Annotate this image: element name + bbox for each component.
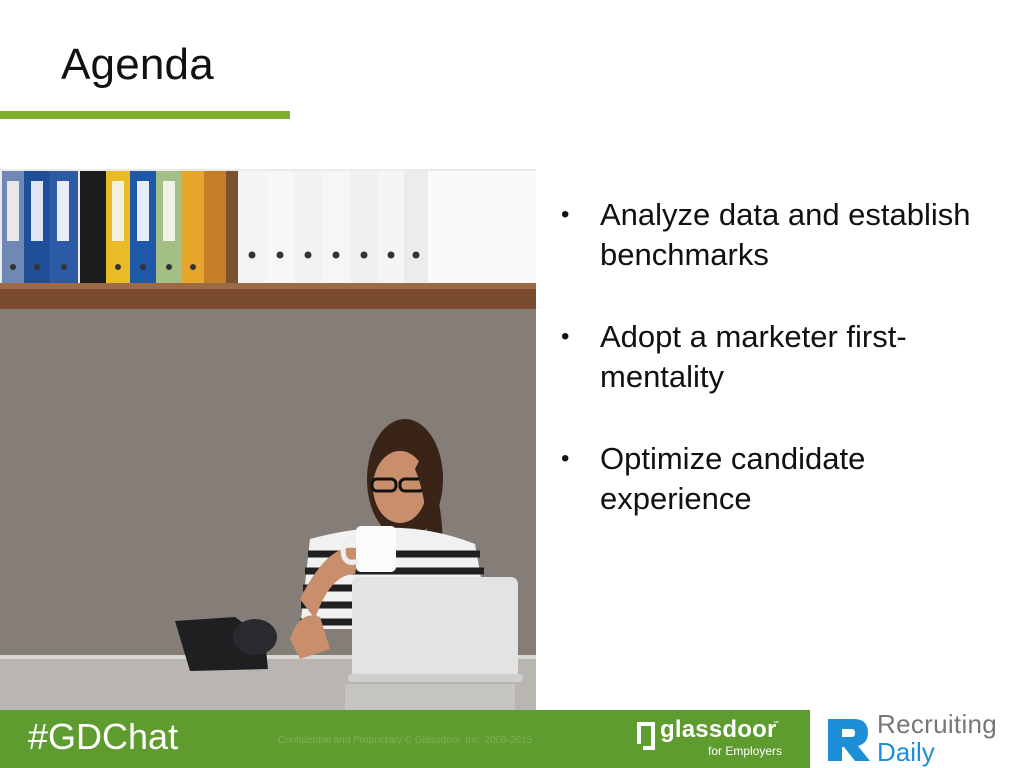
slide-title: Agenda: [61, 40, 214, 89]
glassdoor-logo: glassdoor ℠ for Employers: [636, 716, 788, 762]
title-underline: [0, 111, 290, 119]
glassdoor-door-icon: [636, 722, 655, 752]
recruiting-daily-line1: Recruiting: [877, 709, 998, 739]
agenda-item-text: Adopt a marketer first-mentality: [600, 319, 907, 394]
footer-hashtag: #GDChat: [28, 716, 179, 757]
bullet-icon: •: [561, 445, 570, 472]
bullet-icon: •: [561, 323, 570, 350]
agenda-bullet-list: • Analyze data and establish benchmarks …: [561, 195, 991, 561]
agenda-item: • Optimize candidate experience: [561, 439, 991, 519]
glassdoor-subtitle: for Employers: [708, 744, 783, 758]
agenda-item: • Analyze data and establish benchmarks: [561, 195, 991, 275]
agenda-item-text: Optimize candidate experience: [600, 441, 866, 516]
recruiting-daily-line2: Daily: [877, 737, 935, 767]
agenda-item-text: Analyze data and establish benchmarks: [600, 197, 971, 272]
agenda-item: • Adopt a marketer first-mentality: [561, 317, 991, 397]
office-woman-photo: [0, 169, 536, 710]
recruiting-daily-logo: Recruiting Daily: [824, 709, 1014, 767]
service-mark: ℠: [773, 721, 781, 728]
confidential-notice: Confidential and Proprietary © Glassdoor…: [278, 735, 533, 746]
bullet-icon: •: [561, 201, 570, 228]
recruiting-daily-r-icon: [828, 719, 870, 761]
glassdoor-wordmark: glassdoor: [660, 716, 777, 743]
